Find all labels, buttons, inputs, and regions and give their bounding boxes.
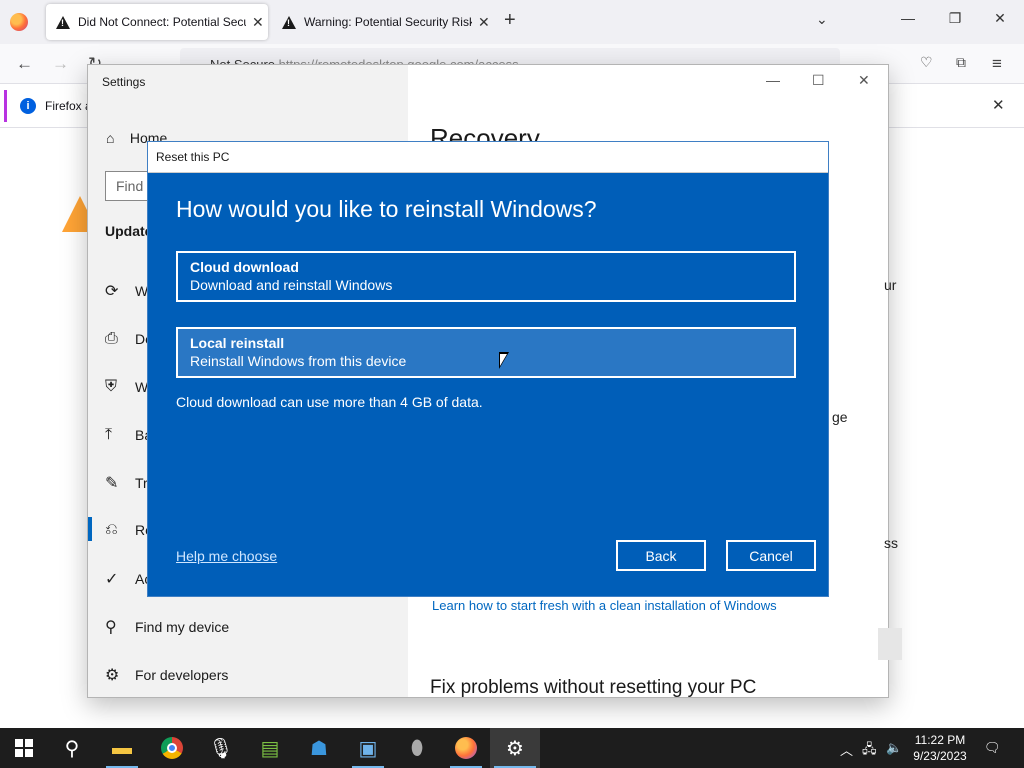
dialog-question: How would you like to reinstall Windows? bbox=[176, 196, 597, 222]
browser-tab-strip: Did Not Connect: Potential Security Issu… bbox=[0, 0, 1024, 44]
taskbar: ⚲ ▬ 🎙 ▤ ☗ ▣ ⬮ ⚙ ︿ 🖧 🔈 11:22 PM 9/23/2023… bbox=[0, 728, 1024, 768]
option-description: Download and reinstall Windows bbox=[190, 277, 393, 293]
chrome-icon[interactable] bbox=[158, 734, 186, 762]
firefox-icon[interactable] bbox=[452, 734, 480, 762]
settings-icon[interactable]: ⚙ bbox=[501, 734, 529, 762]
volume-muted-icon[interactable]: 🔈 bbox=[886, 740, 902, 756]
back-arrow-icon[interactable]: ← bbox=[16, 54, 33, 74]
people-icon[interactable]: ☗ bbox=[305, 734, 333, 762]
option-title: Local reinstall bbox=[190, 335, 285, 351]
settings-minimize-button[interactable]: — bbox=[766, 72, 780, 88]
reset-pc-dialog: Reset this PC How would you like to rein… bbox=[147, 141, 829, 597]
developers-icon: ⚙ bbox=[105, 667, 120, 684]
tab-warning-security-risk[interactable]: Warning: Potential Security Risk Ahead ✕ bbox=[272, 4, 494, 40]
sidebar-item-windows-security[interactable]: ⛨ W bbox=[105, 375, 148, 399]
settings-window-title: Settings bbox=[102, 75, 146, 89]
browser-restore-button[interactable]: ❐ bbox=[945, 10, 965, 27]
recovery-icon: ⎌ bbox=[105, 521, 118, 538]
notifications-icon[interactable]: 🗨 bbox=[984, 740, 1001, 756]
person-pin-icon: ⚲ bbox=[105, 619, 117, 636]
content-button[interactable] bbox=[878, 628, 902, 660]
browser-close-button[interactable]: ✕ bbox=[990, 10, 1010, 27]
firefox-logo-icon[interactable] bbox=[10, 13, 28, 31]
info-icon: i bbox=[20, 98, 36, 114]
content-text-fragment: ss bbox=[884, 535, 898, 551]
extensions-icon[interactable]: ⧉ bbox=[956, 54, 966, 71]
notice-accent-stripe bbox=[4, 90, 7, 122]
new-tab-button[interactable]: + bbox=[504, 9, 516, 32]
sidebar-item-delivery-optimization[interactable]: ⎙ De bbox=[105, 327, 153, 351]
start-icon[interactable] bbox=[10, 734, 38, 762]
backup-icon: ⤒ bbox=[105, 426, 113, 443]
notice-close-icon[interactable]: ✕ bbox=[992, 96, 1005, 114]
mouse-cursor-icon bbox=[499, 352, 509, 369]
tab-close-icon[interactable]: ✕ bbox=[478, 14, 490, 31]
file-explorer-icon[interactable]: ▬ bbox=[108, 734, 136, 762]
notepad-icon[interactable]: ▤ bbox=[256, 734, 284, 762]
notice-text: Firefox a bbox=[45, 99, 92, 113]
sidebar-item-label: Tr bbox=[135, 475, 148, 491]
tab-title: Did Not Connect: Potential Security Issu… bbox=[78, 15, 246, 29]
option-title: Cloud download bbox=[190, 259, 299, 275]
network-icon[interactable]: 🖧 bbox=[862, 740, 877, 762]
sidebar-item-for-developers[interactable]: ⚙ For developers bbox=[105, 663, 228, 687]
data-usage-note: Cloud download can use more than 4 GB of… bbox=[176, 394, 483, 410]
pocket-icon[interactable]: ♡ bbox=[920, 54, 933, 71]
sidebar-item-find-my-device[interactable]: ⚲ Find my device bbox=[105, 615, 229, 639]
mouse-icon[interactable]: ⬮ bbox=[403, 734, 431, 762]
sidebar-item-label: For developers bbox=[135, 667, 229, 683]
selected-indicator bbox=[88, 517, 92, 541]
sidebar-item-activation[interactable]: ✓ Ac bbox=[105, 567, 151, 591]
control-panel-icon[interactable]: ▣ bbox=[354, 734, 382, 762]
forward-arrow-icon[interactable]: → bbox=[52, 54, 69, 74]
sidebar-item-recovery[interactable]: ⎌ Re bbox=[105, 518, 153, 542]
option-description: Reinstall Windows from this device bbox=[190, 353, 407, 369]
content-text-fragment: ur bbox=[884, 277, 897, 293]
dialog-title-bar: Reset this PC bbox=[148, 142, 828, 173]
show-hidden-icons-icon[interactable]: ︿ bbox=[840, 740, 853, 759]
warning-icon bbox=[282, 15, 296, 29]
dialog-title: Reset this PC bbox=[156, 150, 230, 164]
sidebar-item-troubleshoot[interactable]: ✎ Tr bbox=[105, 471, 148, 495]
local-reinstall-option[interactable]: Local reinstall Reinstall Windows from t… bbox=[176, 327, 796, 378]
help-me-choose-link[interactable]: Help me choose bbox=[176, 548, 277, 564]
sidebar-item-backup[interactable]: ⤒ Ba bbox=[105, 423, 152, 447]
wrench-icon: ✎ bbox=[105, 475, 119, 492]
browser-minimize-button[interactable]: — bbox=[898, 10, 918, 26]
tab-close-icon[interactable]: ✕ bbox=[252, 14, 264, 31]
section-heading: Fix problems without resetting your PC bbox=[430, 677, 757, 698]
content-text-fragment: ge bbox=[832, 409, 848, 425]
list-all-tabs-button[interactable]: ⌄ bbox=[816, 11, 828, 28]
shield-icon: ⛨ bbox=[105, 378, 118, 395]
settings-close-button[interactable]: ✕ bbox=[858, 72, 870, 89]
cloud-download-option[interactable]: Cloud download Download and reinstall Wi… bbox=[176, 251, 796, 302]
clean-install-link[interactable]: Learn how to start fresh with a clean in… bbox=[432, 598, 777, 613]
sync-icon: ⟳ bbox=[105, 283, 119, 300]
tab-did-not-connect[interactable]: Did Not Connect: Potential Security Issu… bbox=[46, 4, 268, 40]
tab-title: Warning: Potential Security Risk Ahead bbox=[304, 15, 472, 29]
menu-icon[interactable]: ≡ bbox=[992, 54, 1002, 74]
sidebar-item-label: Find my device bbox=[135, 619, 230, 635]
delivery-icon: ⎙ bbox=[105, 330, 118, 347]
check-icon: ✓ bbox=[105, 571, 119, 588]
back-button[interactable]: Back bbox=[616, 540, 706, 571]
sidebar-section-heading: Update bbox=[105, 223, 153, 239]
cancel-button[interactable]: Cancel bbox=[726, 540, 816, 571]
microphone-icon[interactable]: 🎙 bbox=[207, 734, 235, 762]
settings-maximize-button[interactable]: ☐ bbox=[812, 72, 825, 89]
clock-date: 9/23/2023 bbox=[913, 749, 967, 763]
sidebar-item-windows-update[interactable]: ⟳ W bbox=[105, 279, 148, 303]
search-icon[interactable]: ⚲ bbox=[58, 734, 86, 762]
warning-icon bbox=[56, 15, 70, 29]
home-icon: ⌂ bbox=[106, 130, 115, 146]
system-clock[interactable]: 11:22 PM 9/23/2023 bbox=[910, 732, 970, 764]
clock-time: 11:22 PM bbox=[914, 733, 966, 747]
